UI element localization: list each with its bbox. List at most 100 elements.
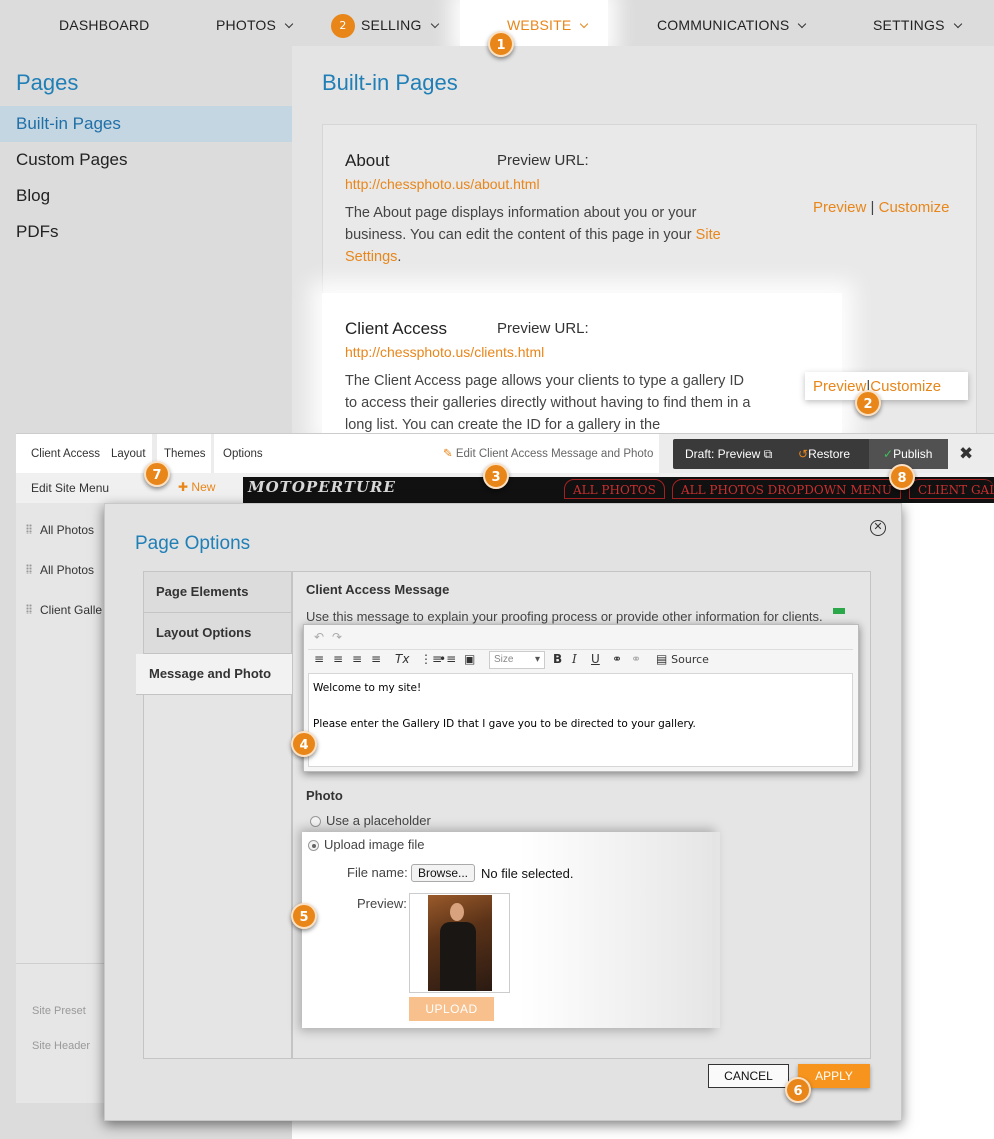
italic-icon[interactable]: I	[572, 652, 577, 666]
tab-page-elements[interactable]: Page Elements	[144, 572, 292, 613]
draft-preview-button[interactable]: Draft: Preview ⧉	[685, 439, 772, 469]
callout-5: 5	[291, 903, 317, 929]
message-heading: Client Access Message	[306, 582, 450, 597]
bold-icon[interactable]: B	[553, 652, 562, 666]
nav-website-label: WEBSITE	[507, 17, 572, 33]
site-header-label[interactable]: Site Header	[32, 1040, 90, 1052]
nav-website[interactable]: WEBSITE	[460, 0, 608, 46]
message-editor: ↶ ↷ ≡ ≡ ≡ ≡ Tx ⋮≡ •≡ ▣ Size ▾ B I U ⚭ ⚭ ▤…	[303, 624, 859, 772]
align-center-icon[interactable]: ≡	[333, 652, 343, 666]
message-editor-body[interactable]: Welcome to my site! Please enter the Gal…	[308, 673, 853, 767]
drag-handle-icon[interactable]	[26, 604, 32, 614]
restore-icon: ↺	[798, 447, 809, 461]
callout-7: 7	[144, 461, 170, 487]
site-tab-client-gal[interactable]: CLIENT GAL	[909, 479, 994, 499]
client-access-url-link[interactable]: http://chessphoto.us/clients.html	[345, 344, 544, 360]
upload-button[interactable]: UPLOAD	[409, 997, 494, 1021]
nav-communications[interactable]: COMMUNICATIONS	[657, 0, 807, 46]
editor-line: Please enter the Gallery ID that I gave …	[313, 718, 696, 730]
editor-line: Welcome to my site!	[313, 682, 422, 694]
tab-layout-options[interactable]: Layout Options	[144, 613, 292, 654]
chevron-down-icon	[430, 19, 439, 29]
client-access-description: The Client Access page allows your clien…	[345, 373, 751, 433]
menu-item[interactable]: All Photos	[26, 563, 94, 577]
upload-option-label: Upload image file	[324, 837, 425, 852]
font-size-select[interactable]: Size ▾	[489, 651, 545, 669]
callout-4: 4	[291, 731, 317, 757]
nav-communications-label: COMMUNICATIONS	[657, 17, 790, 33]
sidebar-item-pdfs[interactable]: PDFs	[0, 214, 292, 250]
clear-format-icon[interactable]: Tx	[395, 652, 409, 666]
site-tab-all-photos-dropdown[interactable]: ALL PHOTOS DROPDOWN MENU	[672, 479, 902, 499]
font-size-label: Size	[494, 654, 514, 665]
edit-site-menu-label: Edit Site Menu	[31, 481, 110, 495]
bulleted-list-icon[interactable]: •≡	[439, 652, 456, 666]
align-justify-icon[interactable]: ≡	[371, 652, 381, 666]
about-customize-link[interactable]: Customize	[879, 199, 950, 216]
nav-dashboard[interactable]: DASHBOARD	[59, 0, 149, 46]
site-tab-all-photos[interactable]: ALL PHOTOS	[564, 479, 665, 499]
site-preset-label[interactable]: Site Preset	[32, 1005, 86, 1017]
edit-message-label: Edit Client Access Message and Photo	[455, 448, 654, 460]
close-editor-button[interactable]: ✖	[959, 434, 973, 474]
external-link-icon: ⧉	[763, 447, 773, 461]
edit-message-button[interactable]: ✎ Edit Client Access Message and Photo	[443, 434, 653, 474]
radio-placeholder[interactable]	[310, 816, 321, 827]
nav-dashboard-label: DASHBOARD	[59, 17, 150, 33]
publish-label: Publish	[893, 447, 933, 461]
about-preview-link[interactable]: Preview	[813, 199, 866, 216]
draft-preview-label: Draft: Preview	[685, 447, 761, 461]
browse-button[interactable]: Browse...	[411, 864, 475, 882]
page-name-about: About	[345, 151, 390, 170]
drag-handle-icon[interactable]	[26, 564, 32, 574]
sidebar-title: Pages	[16, 70, 79, 95]
client-access-customize-link[interactable]: Customize	[870, 378, 941, 395]
align-right-icon[interactable]: ≡	[352, 652, 362, 666]
close-icon[interactable]: ✕	[870, 520, 886, 536]
menu-item-label: All Photos	[40, 563, 95, 577]
radio-upload[interactable]	[308, 840, 319, 851]
cancel-button[interactable]: CANCEL	[708, 1064, 789, 1088]
layout-tab[interactable]: Layout	[111, 434, 146, 474]
options-tab[interactable]: Options	[223, 434, 263, 474]
new-menu-item-button[interactable]: ✚ New	[178, 480, 215, 494]
themes-tab[interactable]: Themes	[164, 434, 206, 474]
restore-button[interactable]: ↺Restore	[798, 439, 850, 469]
nav-selling[interactable]: 2 SELLING	[331, 0, 439, 46]
selling-step-badge: 2	[331, 14, 355, 38]
chevron-down-icon	[953, 19, 962, 29]
tab-message-and-photo[interactable]: Message and Photo	[136, 654, 293, 695]
upload-fade	[520, 832, 720, 1028]
client-access-actions: Preview|Customize	[813, 378, 941, 395]
editing-page-name: Client Access	[31, 448, 101, 460]
source-button[interactable]: ▤ Source	[656, 652, 709, 666]
sidebar-item-blog[interactable]: Blog	[0, 178, 292, 214]
about-url-link[interactable]: http://chessphoto.us/about.html	[345, 176, 540, 192]
message-help-text: Use this message to explain your proofin…	[306, 609, 823, 624]
menu-item-label: Client Galle	[40, 603, 103, 617]
sidebar-item-built-in-pages[interactable]: Built-in Pages	[0, 106, 292, 142]
undo-icon[interactable]: ↶	[314, 630, 324, 644]
callout-8: 8	[889, 464, 915, 490]
page-title: Built-in Pages	[322, 70, 458, 95]
preview-url-label: Preview URL:	[497, 320, 589, 337]
drag-handle-icon[interactable]	[26, 524, 32, 534]
unlink-icon[interactable]: ⚭	[631, 652, 641, 666]
menu-item[interactable]: All Photos	[26, 523, 94, 537]
tab-column-fill	[144, 695, 292, 1058]
preview-image-face	[450, 903, 464, 921]
underline-icon[interactable]: U	[591, 652, 600, 666]
sidebar-item-custom-pages[interactable]: Custom Pages	[0, 142, 292, 178]
about-desc-end: .	[397, 249, 402, 265]
menu-item[interactable]: Client Galle	[26, 603, 102, 617]
restore-label: Restore	[808, 447, 851, 461]
link-icon[interactable]: ⚭	[612, 652, 622, 666]
nav-photos[interactable]: PHOTOS	[216, 0, 294, 46]
align-left-icon[interactable]: ≡	[314, 652, 324, 666]
preview-url-label: Preview URL:	[497, 152, 589, 169]
callout-3: 3	[483, 463, 509, 489]
file-name-label: File name:	[347, 865, 408, 880]
paste-icon[interactable]: ▣	[464, 652, 475, 666]
nav-settings[interactable]: SETTINGS	[873, 0, 962, 46]
redo-icon[interactable]: ↷	[332, 630, 342, 644]
